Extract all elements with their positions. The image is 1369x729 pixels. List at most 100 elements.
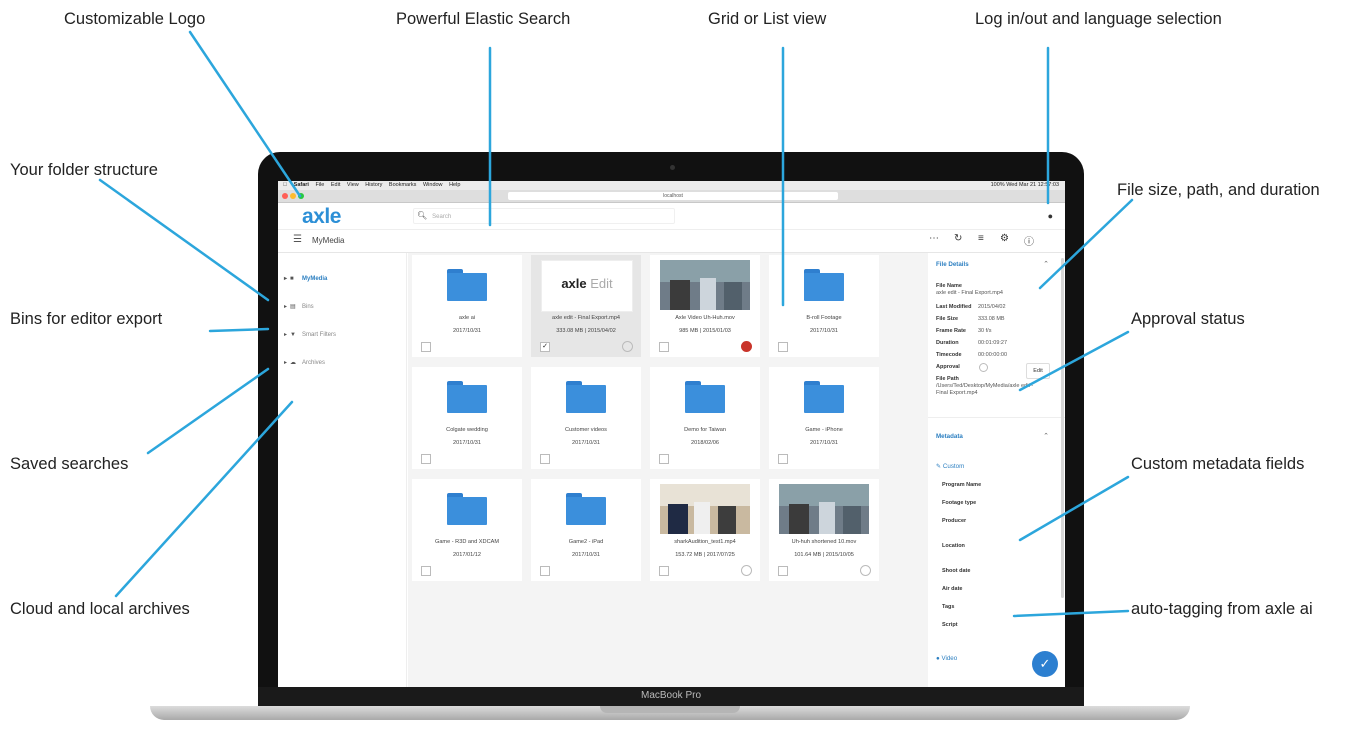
zoom-window-button[interactable] xyxy=(298,193,304,199)
video-section-link[interactable]: ● Video xyxy=(936,655,957,662)
detail-label: Timecode xyxy=(936,352,962,358)
apple-icon[interactable]:  xyxy=(283,182,287,188)
file-name-label: File Name xyxy=(936,283,962,289)
user-icon[interactable]: ● xyxy=(1048,211,1053,221)
media-card-video-selected[interactable]: axle Edit axle edit - Final Export.mp4 3… xyxy=(531,255,641,357)
card-checkbox[interactable] xyxy=(540,566,550,576)
metadata-field[interactable]: Script xyxy=(942,622,958,628)
chevron-up-icon[interactable]: ⌃ xyxy=(1043,260,1049,268)
custom-metadata-link[interactable]: ✎ Custom xyxy=(936,463,964,470)
menu-window[interactable]: Window xyxy=(423,182,443,188)
card-name: axle ai xyxy=(458,315,476,321)
menu-edit[interactable]: Edit xyxy=(331,182,340,188)
media-card-folder[interactable]: Game - R3D and XDCAM 2017/01/12 xyxy=(412,479,522,581)
video-thumbnail xyxy=(779,484,869,534)
media-card-folder[interactable]: axle ai 2017/10/31 xyxy=(412,255,522,357)
sidebar-item-archives[interactable]: ▸ ☁ Archives xyxy=(284,359,325,366)
cloud-icon: ☁ xyxy=(290,360,296,366)
sidebar-item-smart-filters[interactable]: ▸ ▼ Smart Filters xyxy=(284,331,336,338)
menu-help[interactable]: Help xyxy=(449,182,460,188)
media-card-video[interactable]: sharkAudition_test1.mp4 153.72 MB | 2017… xyxy=(650,479,760,581)
card-name: B-roll Footage xyxy=(806,315,842,321)
metadata-field[interactable]: Footage type xyxy=(942,500,976,506)
confirm-fab-button[interactable]: ✓ xyxy=(1032,651,1058,677)
detail-value: 30 f/s xyxy=(978,328,992,334)
bins-icon: ▤ xyxy=(290,304,296,310)
menu-file[interactable]: File xyxy=(315,182,324,188)
settings-icon[interactable]: ⚙ xyxy=(1000,233,1009,244)
metadata-title[interactable]: Metadata xyxy=(936,433,963,440)
approval-status-icon[interactable] xyxy=(741,565,752,576)
list-view-icon[interactable]: ≡ xyxy=(978,233,984,244)
scrollbar[interactable] xyxy=(1061,258,1064,598)
card-checkbox[interactable] xyxy=(421,566,431,576)
media-card-folder[interactable]: Game2 - iPad 2017/10/31 xyxy=(531,479,641,581)
metadata-field[interactable]: Air date xyxy=(942,586,962,592)
approval-rejected-icon[interactable] xyxy=(741,341,752,352)
metadata-field[interactable]: Producer xyxy=(942,518,966,524)
card-name: Axle Video Uh-Huh.mov xyxy=(675,315,735,321)
card-checkbox[interactable] xyxy=(659,454,669,464)
card-checkbox[interactable] xyxy=(421,342,431,352)
media-card-video[interactable]: Uh-huh shortened 10.mov 101.64 MB | 2015… xyxy=(769,479,879,581)
card-meta: 2017/10/31 xyxy=(572,440,600,446)
url-bar[interactable]: localhost xyxy=(508,192,838,200)
folder-icon xyxy=(447,381,487,413)
close-window-button[interactable] xyxy=(282,193,288,199)
search-input[interactable]: 🔍︎ Search xyxy=(413,208,675,224)
card-checkbox[interactable] xyxy=(659,566,669,576)
media-card-folder[interactable]: Game - iPhone 2017/10/31 xyxy=(769,367,879,469)
file-name-value: axle edit - Final Export.mp4 xyxy=(936,290,1003,296)
thumb-logo-text-light: Edit xyxy=(586,276,613,291)
refresh-icon[interactable]: ↻ xyxy=(954,233,962,244)
media-card-folder[interactable]: Demo for Taiwan 2018/02/06 xyxy=(650,367,760,469)
media-card-folder[interactable]: Colgate wedding 2017/10/31 xyxy=(412,367,522,469)
camera-icon xyxy=(670,165,675,170)
card-checkbox[interactable] xyxy=(421,454,431,464)
app-header: axle 🔍︎ Search ● xyxy=(278,203,1065,230)
card-name: Game2 - iPad xyxy=(568,539,604,545)
metadata-field[interactable]: Tags xyxy=(942,604,954,610)
card-checkbox-checked[interactable]: ✓ xyxy=(540,342,550,352)
media-card-folder[interactable]: B-roll Footage 2017/10/31 xyxy=(769,255,879,357)
card-meta: 153.72 MB | 2017/07/25 xyxy=(675,552,735,558)
card-checkbox[interactable] xyxy=(540,454,550,464)
app-logo[interactable]: axle xyxy=(302,205,341,229)
menu-safari[interactable]: Safari xyxy=(294,182,309,188)
card-checkbox[interactable] xyxy=(778,454,788,464)
sidebar-item-label: Smart Filters xyxy=(302,332,337,338)
sidebar-item-bins[interactable]: ▸ ▤ Bins xyxy=(284,303,314,310)
detail-label: Last Modified xyxy=(936,304,972,310)
card-checkbox[interactable] xyxy=(778,566,788,576)
pencil-icon: ✎ xyxy=(936,463,943,470)
info-icon[interactable]: ⓘ xyxy=(1024,233,1034,248)
detail-value: 00:00:00:00 xyxy=(978,352,1008,358)
search-icon: 🔍︎ xyxy=(417,211,428,220)
card-checkbox[interactable] xyxy=(659,342,669,352)
more-icon[interactable]: ⋯ xyxy=(929,233,939,244)
media-card-video[interactable]: Axle Video Uh-Huh.mov 985 MB | 2015/01/0… xyxy=(650,255,760,357)
approval-status-icon[interactable] xyxy=(860,565,871,576)
card-meta: 2017/10/31 xyxy=(810,328,838,334)
folder-icon xyxy=(685,381,725,413)
menu-view[interactable]: View xyxy=(347,182,359,188)
callout-logo: Customizable Logo xyxy=(64,10,206,28)
card-checkbox[interactable] xyxy=(778,342,788,352)
menu-history[interactable]: History xyxy=(365,182,382,188)
card-meta: 2017/10/31 xyxy=(453,328,481,334)
file-details-title[interactable]: File Details xyxy=(936,261,969,268)
menu-bookmarks[interactable]: Bookmarks xyxy=(389,182,417,188)
hamburger-menu-icon[interactable]: ☰ xyxy=(293,234,302,245)
approval-status-icon[interactable] xyxy=(979,363,988,372)
media-card-folder[interactable]: Customer videos 2017/10/31 xyxy=(531,367,641,469)
details-panel: File Details ⌃ File Name axle edit - Fin… xyxy=(928,253,1065,687)
minimize-window-button[interactable] xyxy=(290,193,296,199)
edit-metadata-button[interactable]: Edit xyxy=(1026,363,1050,379)
sidebar-item-mymedia[interactable]: ▸ ■ MyMedia xyxy=(284,275,327,282)
metadata-field[interactable]: Shoot date xyxy=(942,568,970,574)
metadata-field[interactable]: Location xyxy=(942,543,965,549)
chevron-up-icon[interactable]: ⌃ xyxy=(1043,432,1049,440)
metadata-field[interactable]: Program Name xyxy=(942,482,981,488)
approval-status-icon[interactable] xyxy=(622,341,633,352)
detail-label: File Size xyxy=(936,316,959,322)
